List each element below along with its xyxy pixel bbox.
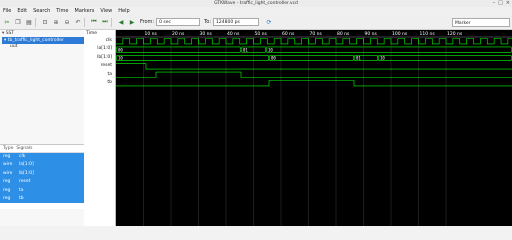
tree-item-tb[interactable]: ▾ tb_traffic_light_controller xyxy=(2,37,84,44)
cut-icon[interactable]: ✂ xyxy=(3,18,11,26)
menu-view[interactable]: View xyxy=(97,8,115,14)
paste-icon[interactable]: ▤ xyxy=(25,18,33,26)
reset-trace xyxy=(116,63,512,70)
window-title: GTKWave - traffic_light_controller.vcd xyxy=(214,1,298,6)
trace-name-lb[interactable]: lb[1:0] xyxy=(84,54,115,62)
signal-type: reg xyxy=(3,187,11,193)
signal-type: reg xyxy=(3,195,11,201)
signal-row[interactable]: reg tb xyxy=(0,194,84,204)
toolbar-separator xyxy=(35,17,36,27)
menu-file[interactable]: File xyxy=(0,8,14,14)
jump-end-icon[interactable]: ⏭ xyxy=(101,18,109,26)
menu-edit[interactable]: Edit xyxy=(14,8,30,14)
maximize-button[interactable]: □ xyxy=(498,0,503,7)
time-header: Time xyxy=(86,31,98,36)
signal-row[interactable]: reg reset xyxy=(0,178,84,187)
sst-header: ▾ SST xyxy=(2,31,15,36)
signal-row[interactable]: wire lb[1:0] xyxy=(0,169,84,179)
time-tick-label: 60 ns xyxy=(282,31,295,37)
lb-bus-value-label: 10 xyxy=(118,56,123,61)
signal-type: reg xyxy=(3,179,11,185)
menu-help[interactable]: Help xyxy=(115,8,132,14)
menu-markers[interactable]: Markers xyxy=(72,8,98,14)
signal-row[interactable]: wire la[1:0] xyxy=(0,161,84,170)
minimize-button[interactable]: – xyxy=(493,0,496,7)
time-tick-label: 50 ns xyxy=(255,31,268,37)
time-tick-label: 80 ns xyxy=(337,31,350,37)
toolbar: ✂ ❐ ▤ ⊡ ⊕ ⊖ ↶ ⏮ ⏭ ◀ ▶ From: 0 sec To: 12… xyxy=(0,15,512,30)
close-button[interactable]: × xyxy=(506,0,510,7)
waveform-canvas[interactable]: 10 ns 20 ns 30 ns 40 ns 50 ns 60 ns 70 ns 80 ns… xyxy=(115,30,512,226)
type-column-header[interactable]: Type xyxy=(0,145,13,152)
undo-zoom-icon[interactable]: ↶ xyxy=(74,18,82,26)
signals-column-header[interactable]: Signals xyxy=(13,145,32,152)
time-tick-label: 120 ns xyxy=(447,31,463,37)
ta-trace xyxy=(116,71,512,78)
menu-bar: File Edit Search Time Markers View Help xyxy=(0,7,512,15)
lb-bus-value-label: 00 xyxy=(271,56,276,61)
la-bus-segment xyxy=(115,46,242,53)
lb-bus-segment xyxy=(377,55,512,61)
trace-name-ta[interactable]: ta xyxy=(84,71,115,79)
time-tick-label: 110 ns xyxy=(420,31,436,37)
title-bar: GTKWave - traffic_light_controller.vcd –… xyxy=(0,0,512,7)
tree-item-uut[interactable]: uut xyxy=(10,44,84,50)
toolbar-separator xyxy=(84,17,85,27)
signal-row[interactable]: reg ta xyxy=(0,186,84,195)
signal-name: ta xyxy=(19,187,24,193)
signal-name: tb xyxy=(19,195,24,201)
marker-field[interactable]: Marker xyxy=(452,18,510,27)
signal-name: lb[1:0] xyxy=(19,170,34,176)
waveform-area[interactable]: 10 ns 20 ns 30 ns 40 ns 50 ns 60 ns 70 ns 80 ns… xyxy=(115,30,512,226)
time-tick-label: 30 ns xyxy=(200,31,213,37)
signals-list-panel: Type Signals reg clk wire la[1:0] wire lb[1… xyxy=(0,144,84,209)
zoom-out-icon[interactable]: ⊖ xyxy=(63,18,71,26)
jump-start-icon[interactable]: ⏮ xyxy=(90,18,98,26)
signal-type: wire xyxy=(3,162,13,168)
forward-arrow-icon[interactable]: ▶ xyxy=(128,18,136,26)
zoom-fit-icon[interactable]: ⊡ xyxy=(41,18,49,26)
menu-search[interactable]: Search xyxy=(30,8,53,14)
zoom-in-icon[interactable]: ⊕ xyxy=(52,18,60,26)
tb-trace xyxy=(116,80,512,87)
copy-icon[interactable]: ❐ xyxy=(14,18,22,26)
signal-name: reset xyxy=(19,179,31,185)
time-tick-label: 40 ns xyxy=(227,31,240,37)
from-input[interactable]: 0 sec xyxy=(156,18,201,26)
la-bus-value-label: 10 xyxy=(268,47,273,52)
signals-list-header: Type Signals xyxy=(0,145,84,153)
trace-name-la[interactable]: la[1:0] xyxy=(84,45,115,53)
time-tick-label: 100 ns xyxy=(392,31,408,37)
signal-name: clk xyxy=(19,154,26,159)
trace-name-tb[interactable]: tb xyxy=(84,79,115,87)
signal-type: wire xyxy=(3,170,13,176)
trace-name-reset[interactable]: reset xyxy=(84,62,115,70)
trace-name-clk[interactable]: clk xyxy=(84,37,115,45)
to-input[interactable]: 124800 ps xyxy=(213,18,260,26)
lb-bus-value-label: 10 xyxy=(380,56,385,61)
lb-bus-segment xyxy=(268,55,355,61)
time-tick-label: 90 ns xyxy=(365,31,378,37)
lb-bus-value-label: 01 xyxy=(356,56,361,61)
lb-bus-segment xyxy=(115,55,270,61)
collapse-icon[interactable]: ▾ xyxy=(2,31,4,36)
clk-trace xyxy=(116,38,512,45)
to-label: To: xyxy=(204,19,212,25)
time-tick-label: 20 ns xyxy=(172,31,185,37)
toolbar-separator xyxy=(111,17,112,27)
back-arrow-icon[interactable]: ◀ xyxy=(117,18,125,26)
la-bus-segment xyxy=(265,46,512,53)
signal-name: la[1:0] xyxy=(19,162,34,168)
signal-type: reg xyxy=(3,154,11,159)
la-bus-value-label: 00 xyxy=(118,47,123,52)
time-tick-label: 70 ns xyxy=(310,31,323,37)
time-tick-label: 10 ns xyxy=(145,31,158,37)
from-label: From: xyxy=(140,19,155,25)
menu-time[interactable]: Time xyxy=(53,8,71,14)
reload-icon[interactable]: ⟳ xyxy=(265,18,273,26)
signal-names-panel: Time clk la[1:0] lb[1:0] reset ta tb xyxy=(84,30,116,226)
signal-row[interactable]: reg clk xyxy=(0,153,84,162)
la-bus-value-label: 01 xyxy=(243,47,248,52)
